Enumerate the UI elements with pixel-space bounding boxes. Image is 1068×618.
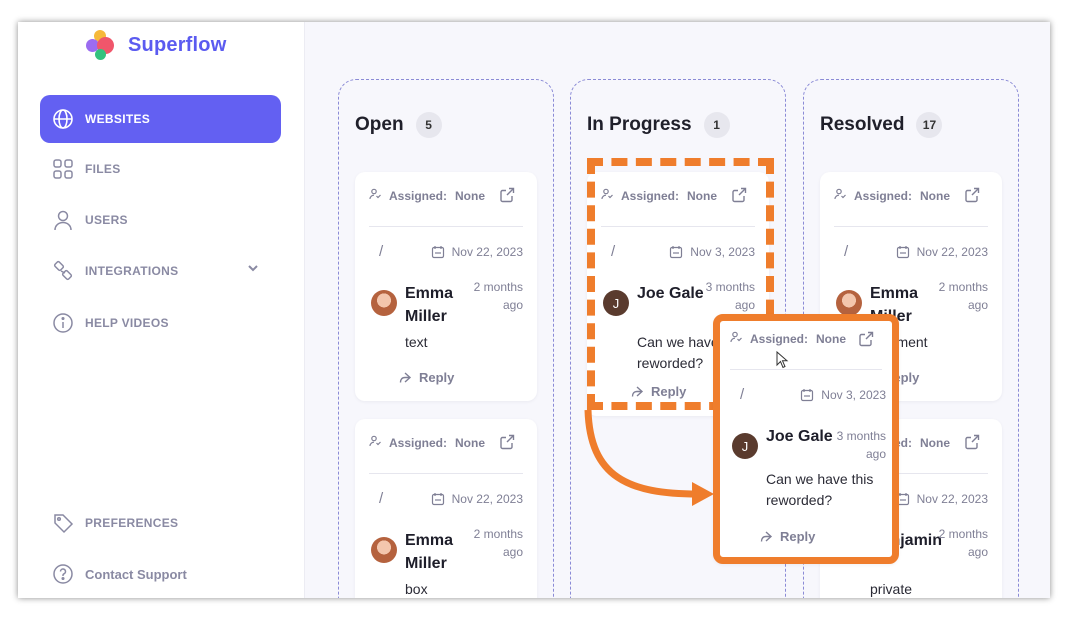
assigned-label: Assigned: [750,331,809,346]
reply-button[interactable]: Reply [760,529,815,544]
comment-text: Can we have this reworded? [766,471,874,508]
app-window: Superflow WEBSITES FILES USERS INTEGRATI… [18,22,1050,598]
divider [730,369,882,370]
dragging-comment-card[interactable]: Assigned: None / Nov 3, 2023 J Joe Gale … [713,314,899,564]
mouse-cursor-icon [776,351,789,369]
reply-label: Reply [780,529,816,544]
date: Nov 3, 2023 [800,388,886,402]
external-link-icon[interactable] [858,331,874,352]
assigned-value: None [816,331,847,346]
assignee-icon [730,331,742,346]
assignee[interactable]: Assigned: None [730,331,846,346]
date-text: Nov 3, 2023 [821,388,886,402]
page-path[interactable]: / [740,386,744,403]
calendar-icon [801,389,814,402]
avatar: J [732,433,758,459]
timestamp: 3 months ago [836,429,886,461]
reply-icon [760,530,773,542]
